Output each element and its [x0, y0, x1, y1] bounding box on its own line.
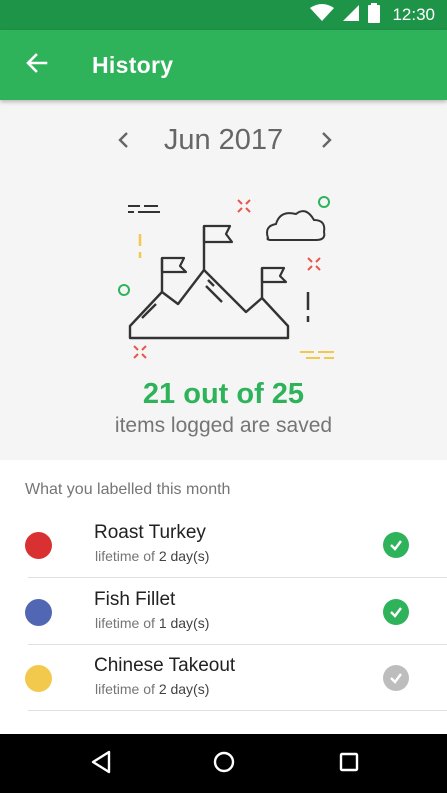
battery-icon — [368, 2, 381, 28]
divider — [28, 577, 447, 578]
month-navigator: Jun 2017 — [0, 120, 447, 164]
month-label: Jun 2017 — [163, 124, 284, 156]
item-name: Chinese Takeout — [94, 655, 236, 676]
saved-caption: items logged are saved — [114, 414, 333, 437]
item-lifetime: lifetime of 1 day(s) — [95, 615, 210, 631]
arrow-back-icon — [25, 51, 49, 80]
color-dot — [25, 532, 52, 559]
item-lifetime: lifetime of 2 day(s) — [95, 681, 210, 697]
next-month-button[interactable] — [310, 126, 342, 158]
color-dot — [25, 665, 52, 692]
cellular-signal-icon — [342, 4, 360, 27]
section-header: What you labelled this month — [25, 481, 231, 498]
wifi-icon — [310, 3, 335, 27]
item-lifetime: lifetime of 2 day(s) — [95, 548, 210, 564]
saved-count: 21 out of 25 — [142, 378, 305, 410]
nav-back-button[interactable] — [83, 746, 119, 782]
list-item[interactable]: Chinese Takeout lifetime of 2 day(s) — [0, 645, 447, 711]
chevron-right-icon — [319, 131, 333, 154]
list-item[interactable]: Fish Fillet lifetime of 1 day(s) — [0, 579, 447, 645]
nav-home-button[interactable] — [206, 746, 242, 782]
status-bar: 12:30 — [0, 0, 447, 30]
back-triangle-icon — [90, 750, 112, 779]
recents-square-icon — [338, 751, 360, 778]
status-icons: 12:30 — [310, 2, 435, 28]
check-circle-icon — [383, 665, 409, 691]
list-item[interactable]: Roast Turkey lifetime of 2 day(s) — [0, 512, 447, 578]
color-dot — [25, 599, 52, 626]
divider — [28, 710, 447, 711]
page-title: History — [92, 52, 174, 78]
back-button[interactable] — [18, 46, 56, 84]
app-bar: History — [0, 30, 447, 100]
labelled-items-list: What you labelled this month Roast Turke… — [0, 460, 447, 734]
check-circle-icon — [383, 599, 409, 625]
check-circle-icon — [383, 532, 409, 558]
system-nav-bar — [0, 734, 447, 793]
mountain-flags-illustration — [100, 188, 350, 373]
item-name: Roast Turkey — [94, 522, 206, 543]
home-circle-icon — [212, 750, 236, 779]
item-name: Fish Fillet — [94, 589, 176, 610]
status-time: 12:30 — [392, 5, 435, 24]
nav-recents-button[interactable] — [331, 746, 367, 782]
monthly-summary: Jun 2017 21 out of 25 items logged are s… — [0, 100, 447, 460]
